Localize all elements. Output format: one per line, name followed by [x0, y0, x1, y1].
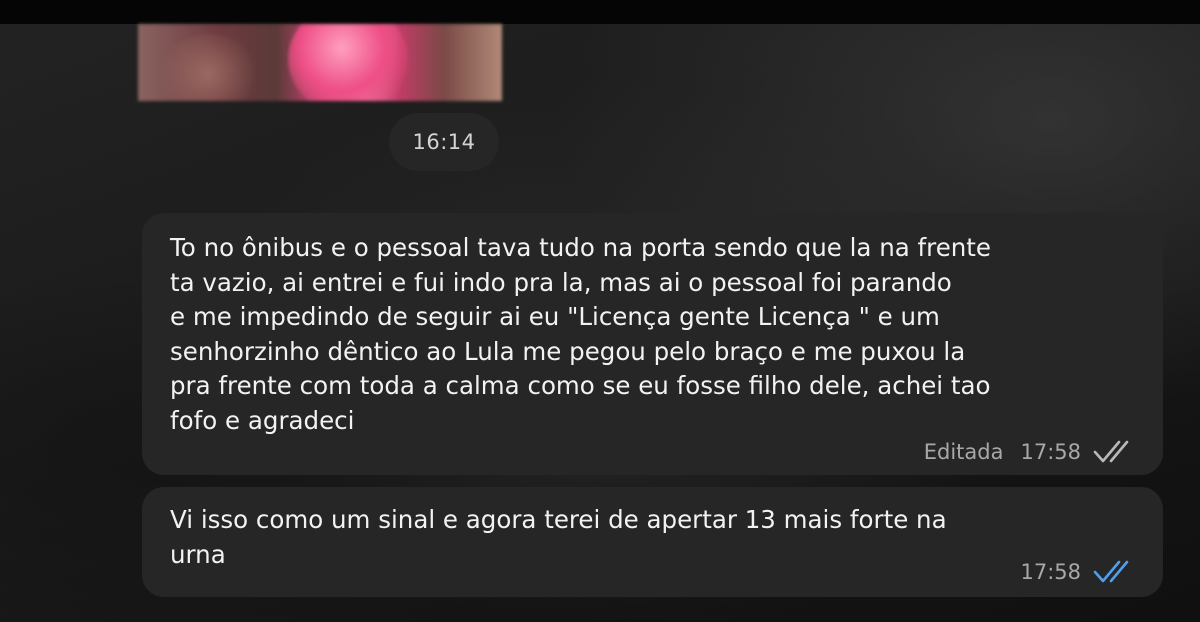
- double-check-read-icon: [1093, 560, 1129, 583]
- blurred-image-highlight: [288, 24, 408, 101]
- double-check-icon: [1093, 440, 1129, 463]
- message-time-badge: 16:14: [389, 113, 499, 171]
- message-meta: Editada 17:58: [924, 439, 1137, 465]
- edited-label: Editada: [923, 440, 1004, 464]
- message-text: Vi isso como um sinal e agora terei de a…: [170, 505, 947, 569]
- message-time: 17:58: [1020, 560, 1081, 584]
- image-attachment[interactable]: [138, 24, 502, 101]
- message-bubble[interactable]: Vi isso como um sinal e agora terei de a…: [142, 487, 1163, 597]
- message-meta: 17:58: [1020, 559, 1137, 585]
- message-time: 17:58: [1020, 440, 1081, 464]
- top-edge: [0, 0, 1200, 24]
- message-text: To no ônibus e o pessoal tava tudo na po…: [170, 233, 991, 435]
- blurred-image-area: [158, 34, 258, 101]
- message-bubble[interactable]: To no ônibus e o pessoal tava tudo na po…: [142, 213, 1163, 475]
